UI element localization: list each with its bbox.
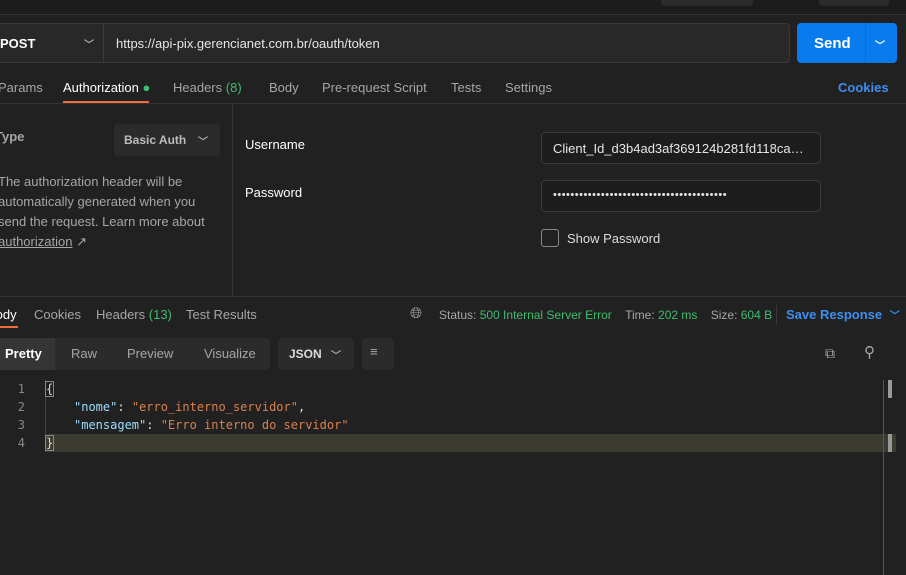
code-brace: }: [44, 435, 55, 451]
tab-count: (8): [225, 80, 242, 95]
chevron-down-icon: ﹀: [84, 39, 94, 51]
chevron-down-icon: ﹀: [331, 351, 341, 362]
json-key: "mensagem": [74, 418, 147, 432]
tab-body[interactable]: Body: [269, 80, 299, 95]
view-preview[interactable]: Preview: [127, 346, 173, 361]
view-raw[interactable]: Raw: [71, 346, 97, 361]
save-response-label: Save Response: [786, 307, 883, 322]
password-label: Password: [245, 185, 303, 200]
code-brace: {: [44, 381, 55, 397]
search-icon[interactable]: ⚲: [864, 343, 875, 361]
line-number: 1: [17, 382, 25, 396]
active-dot-icon: ●: [142, 80, 151, 95]
tab-label: Headers: [173, 80, 223, 95]
view-pretty[interactable]: Pretty: [5, 346, 42, 361]
line-number: 2: [17, 400, 25, 414]
top-toggle[interactable]: [819, 0, 889, 6]
tab-tests[interactable]: Tests: [451, 80, 481, 95]
top-bar: [0, 0, 906, 15]
copy-icon[interactable]: ⧉: [825, 345, 835, 362]
show-password-checkbox[interactable]: [541, 229, 559, 247]
line-number: 3: [17, 418, 25, 432]
code-line: "nome": "erro_interno_servidor",: [74, 400, 306, 414]
resp-tab-cookies[interactable]: Cookies: [34, 307, 81, 322]
tab-settings[interactable]: Settings: [505, 80, 552, 95]
external-link-icon: ↗: [76, 234, 87, 249]
json-value: "Erro interno do servidor": [160, 418, 349, 432]
status-value[interactable]: 500 Internal Server Error: [480, 308, 612, 322]
auth-description: The authorization header will be automat…: [0, 172, 223, 252]
send-label: Send: [814, 35, 851, 52]
view-visualize[interactable]: Visualize: [204, 346, 256, 361]
time-label: Time:: [625, 308, 655, 322]
tab-label: Authorization: [63, 80, 139, 95]
wrap-icon: ≡: [370, 344, 378, 359]
format-value: JSON: [289, 347, 322, 361]
tab-authorization[interactable]: Authorization ●: [63, 80, 150, 95]
scrollbar-marker: [888, 434, 892, 452]
resp-tab-test-results[interactable]: Test Results: [186, 307, 257, 322]
username-input[interactable]: Client_Id_d3b4ad3af369124b281fd118ca92..…: [541, 132, 821, 164]
wrap-lines-button[interactable]: ≡: [362, 338, 394, 370]
tab-params[interactable]: Params: [0, 80, 43, 95]
format-select[interactable]: JSON ﹀: [278, 338, 354, 370]
resp-tab-headers[interactable]: Headers (13): [96, 307, 172, 322]
send-button[interactable]: Send ﹀: [797, 23, 897, 63]
view-mode-selector: Pretty Raw Preview Visualize: [0, 338, 270, 370]
resp-tab-body[interactable]: Body: [0, 307, 17, 322]
response-meta: Status: 500 Internal Server Error Time: …: [439, 308, 772, 322]
json-value: "erro_interno_servidor": [131, 400, 298, 414]
save-response-button[interactable]: Save Response ﹀: [786, 307, 900, 322]
json-key: "nome": [74, 400, 118, 414]
url-input[interactable]: https://api-pix.gerencianet.com.br/oauth…: [116, 36, 380, 51]
description-text: The authorization header will be automat…: [0, 174, 205, 229]
current-line-highlight: [46, 434, 896, 452]
tab-pre-request-script[interactable]: Pre-request Script: [322, 80, 427, 95]
time-value[interactable]: 202 ms: [658, 308, 697, 322]
top-control[interactable]: [661, 0, 753, 6]
username-label: Username: [245, 137, 305, 152]
auth-type-label: Type: [0, 129, 25, 144]
password-input[interactable]: ••••••••••••••••••••••••••••••••••••••••: [541, 180, 821, 212]
scrollbar-thumb[interactable]: [888, 380, 892, 398]
auth-type-value: Basic Auth: [124, 133, 187, 147]
tab-count: (13): [148, 307, 172, 322]
code-line: "mensagem": "Erro interno do servidor": [74, 418, 349, 432]
globe-lock-icon[interactable]: 🌐︎: [410, 305, 422, 322]
cookies-link[interactable]: Cookies: [838, 80, 889, 95]
tab-headers[interactable]: Headers (8): [173, 80, 242, 95]
authorization-link[interactable]: authorization: [0, 234, 72, 249]
chevron-down-icon: ﹀: [889, 311, 900, 322]
scrollbar-track[interactable]: [883, 380, 884, 575]
method-label: POST: [0, 35, 36, 51]
auth-type-select[interactable]: Basic Auth ﹀: [114, 124, 220, 156]
method-select[interactable]: POST ﹀: [0, 23, 104, 63]
show-password-label: Show Password: [567, 231, 661, 246]
tab-label: Headers: [96, 307, 146, 322]
size-value[interactable]: 604 B: [741, 308, 772, 322]
size-label: Size:: [710, 308, 738, 322]
line-number: 4: [17, 436, 25, 450]
status-label: Status:: [439, 308, 477, 322]
chevron-down-icon: ﹀: [198, 137, 208, 148]
chevron-down-icon[interactable]: ﹀: [875, 37, 885, 52]
